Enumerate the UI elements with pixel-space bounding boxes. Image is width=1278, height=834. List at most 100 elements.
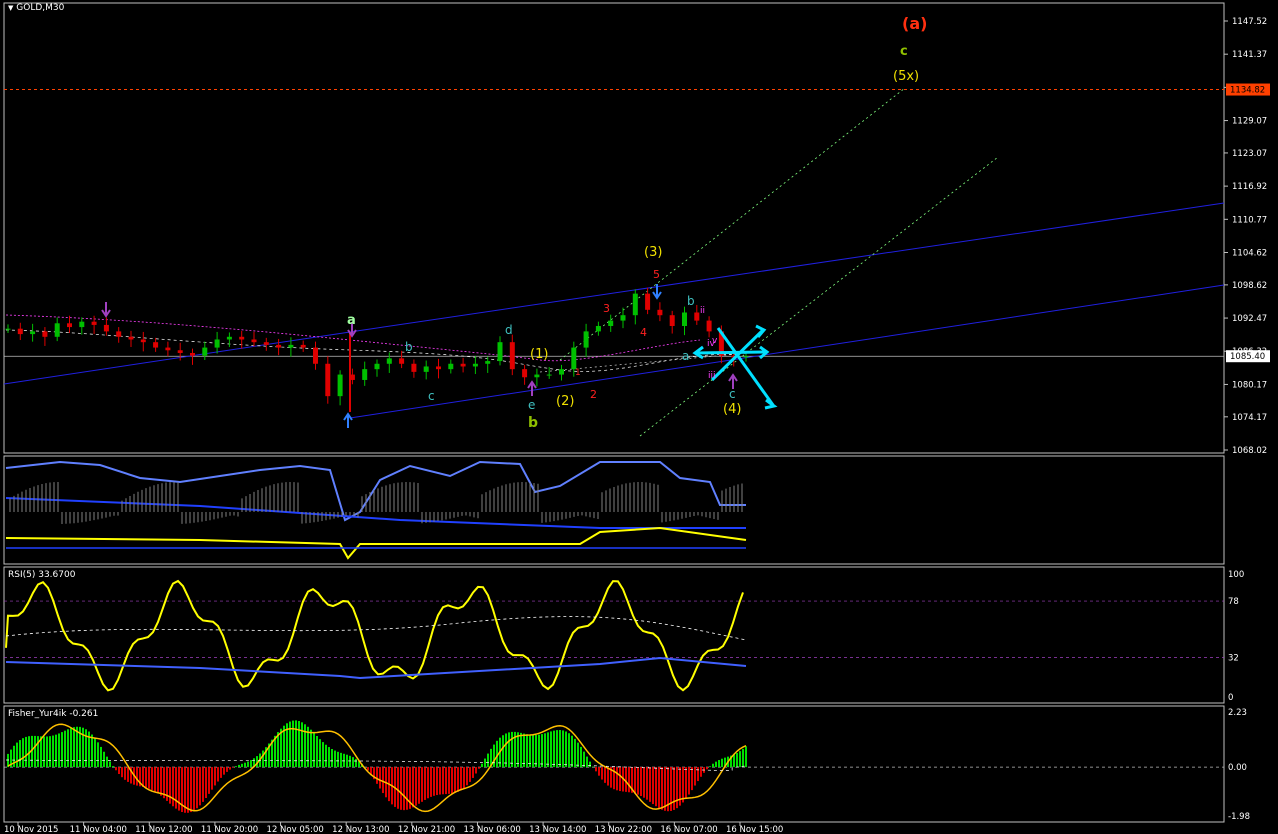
candle-body (411, 363, 417, 372)
candle-body (214, 339, 220, 348)
fisher-title: Fisher_Yur4ik -0.261 (8, 709, 99, 719)
channel-lower-line (349, 284, 1225, 419)
time-axis-label: 13 Nov 06:00 (463, 825, 520, 834)
candle-body (399, 358, 405, 364)
candle-body (103, 324, 109, 332)
candle-body (263, 342, 269, 345)
candle-body (743, 356, 749, 358)
chart-menu-icon[interactable]: ▼ (8, 4, 13, 12)
oscillator-slow-line (5, 497, 746, 529)
main-price-chart[interactable]: (a)c(5x)(3)534biiivabd(1)ceb(2)12aiiivc(… (3, 14, 1225, 437)
time-axis-label: 12 Nov 21:00 (398, 825, 455, 834)
time-axis-label: 16 Nov 15:00 (726, 825, 783, 834)
candle-body (497, 342, 503, 362)
candle-body (645, 293, 651, 310)
rsi-axis-label: 0 (1228, 693, 1233, 703)
rsi-axis-label: 100 (1228, 570, 1244, 580)
candle-body (534, 374, 540, 378)
rsi-title: RSI(5) 33.6700 (8, 570, 76, 580)
wave-label: 4 (640, 326, 647, 339)
wave-label: (2) (556, 394, 574, 409)
rsi-panel[interactable]: 100 78 32 0 (4, 570, 1244, 703)
trading-chart: (a)c(5x)(3)534biiivabd(1)ceb(2)12aiiivc(… (3, 2, 1270, 834)
candle-body (202, 347, 208, 356)
candle-body (632, 293, 638, 316)
time-axis-label: 13 Nov 14:00 (529, 825, 586, 834)
wave-label: (5x) (893, 69, 919, 84)
candle-body (448, 363, 454, 370)
oscillator-panel[interactable] (5, 460, 747, 560)
panel-frames (3, 2, 1225, 823)
candle-body (54, 323, 60, 337)
fisher-axis-label: 0.00 (1228, 763, 1247, 773)
candle-body (337, 374, 343, 397)
fisher-panel[interactable]: 2.23 0.00 -1.98 (4, 708, 1250, 822)
candle-body (42, 331, 48, 337)
wave-label: (1) (530, 347, 548, 362)
candle-body (91, 321, 97, 325)
chart-title: ▼ GOLD,M30 (8, 3, 64, 13)
price-axis-label: 1129.07 (1232, 117, 1267, 127)
candle-body (251, 339, 257, 343)
candle-body (669, 315, 675, 326)
wave-label: a (682, 349, 689, 363)
price-axis-label: 1068.02 (1232, 446, 1267, 456)
time-axis-label: 11 Nov 04:00 (70, 825, 127, 834)
candle-body (313, 347, 318, 364)
candle-body (239, 336, 245, 340)
candle-body (694, 312, 700, 321)
candle-body (128, 336, 134, 340)
dashed-average-line (5, 329, 741, 372)
candle-body (583, 331, 589, 348)
candle-body (5, 328, 11, 330)
price-axis-label: 1074.17 (1232, 413, 1267, 423)
candle-body (620, 315, 626, 321)
candle-body (79, 321, 85, 328)
time-axis-label: 11 Nov 12:00 (135, 825, 192, 834)
price-axis-label: 1098.62 (1232, 281, 1267, 291)
wave-label: v (712, 336, 718, 346)
wave-label: a (347, 313, 356, 328)
candle-body (362, 369, 368, 380)
fan-line-upper (559, 87, 906, 361)
time-axis-label: 13 Nov 22:00 (595, 825, 652, 834)
candle-body (608, 320, 614, 326)
candle-body (116, 331, 122, 337)
candle-body (17, 328, 23, 335)
candle-body (423, 366, 429, 372)
time-axis-label: 12 Nov 05:00 (267, 825, 324, 834)
chart-title-text: GOLD,M30 (16, 3, 65, 13)
candle-body (706, 320, 712, 332)
candle-body (67, 323, 72, 328)
price-axis-label: 1092.47 (1232, 314, 1267, 324)
wave-label: ii (700, 306, 705, 316)
candle-body (559, 369, 564, 375)
rsi-smooth-line (5, 656, 747, 680)
wave-label: d (505, 323, 513, 337)
channel-upper-line (349, 202, 1225, 333)
wave-label: c (900, 44, 908, 59)
candle-body (165, 347, 171, 351)
candle-body (288, 344, 294, 348)
candle-body (460, 363, 466, 367)
candle-body (436, 366, 441, 370)
candle-body (177, 350, 183, 353)
price-axis-label: 1080.17 (1232, 380, 1267, 390)
price-axis-label: 1110.77 (1232, 215, 1267, 225)
candle-body (140, 339, 146, 343)
candle-body (190, 352, 195, 356)
fisher-axis-label: -1.98 (1228, 812, 1250, 822)
oscillator-main-line (5, 460, 746, 522)
wave-label: c (428, 389, 435, 403)
buy-arrow-icon (343, 412, 353, 428)
candle-body (325, 363, 331, 397)
wave-label: 2 (590, 388, 597, 401)
oscillator-signal-line (5, 526, 747, 560)
wave-label: c (729, 387, 736, 401)
cross-arrow-head (764, 398, 778, 410)
sell-arrow-icon (101, 302, 111, 318)
candle-body (386, 358, 392, 364)
rsi-line (5, 579, 744, 692)
candle-body (682, 312, 687, 326)
price-axis-label: 1147.52 (1232, 17, 1267, 27)
